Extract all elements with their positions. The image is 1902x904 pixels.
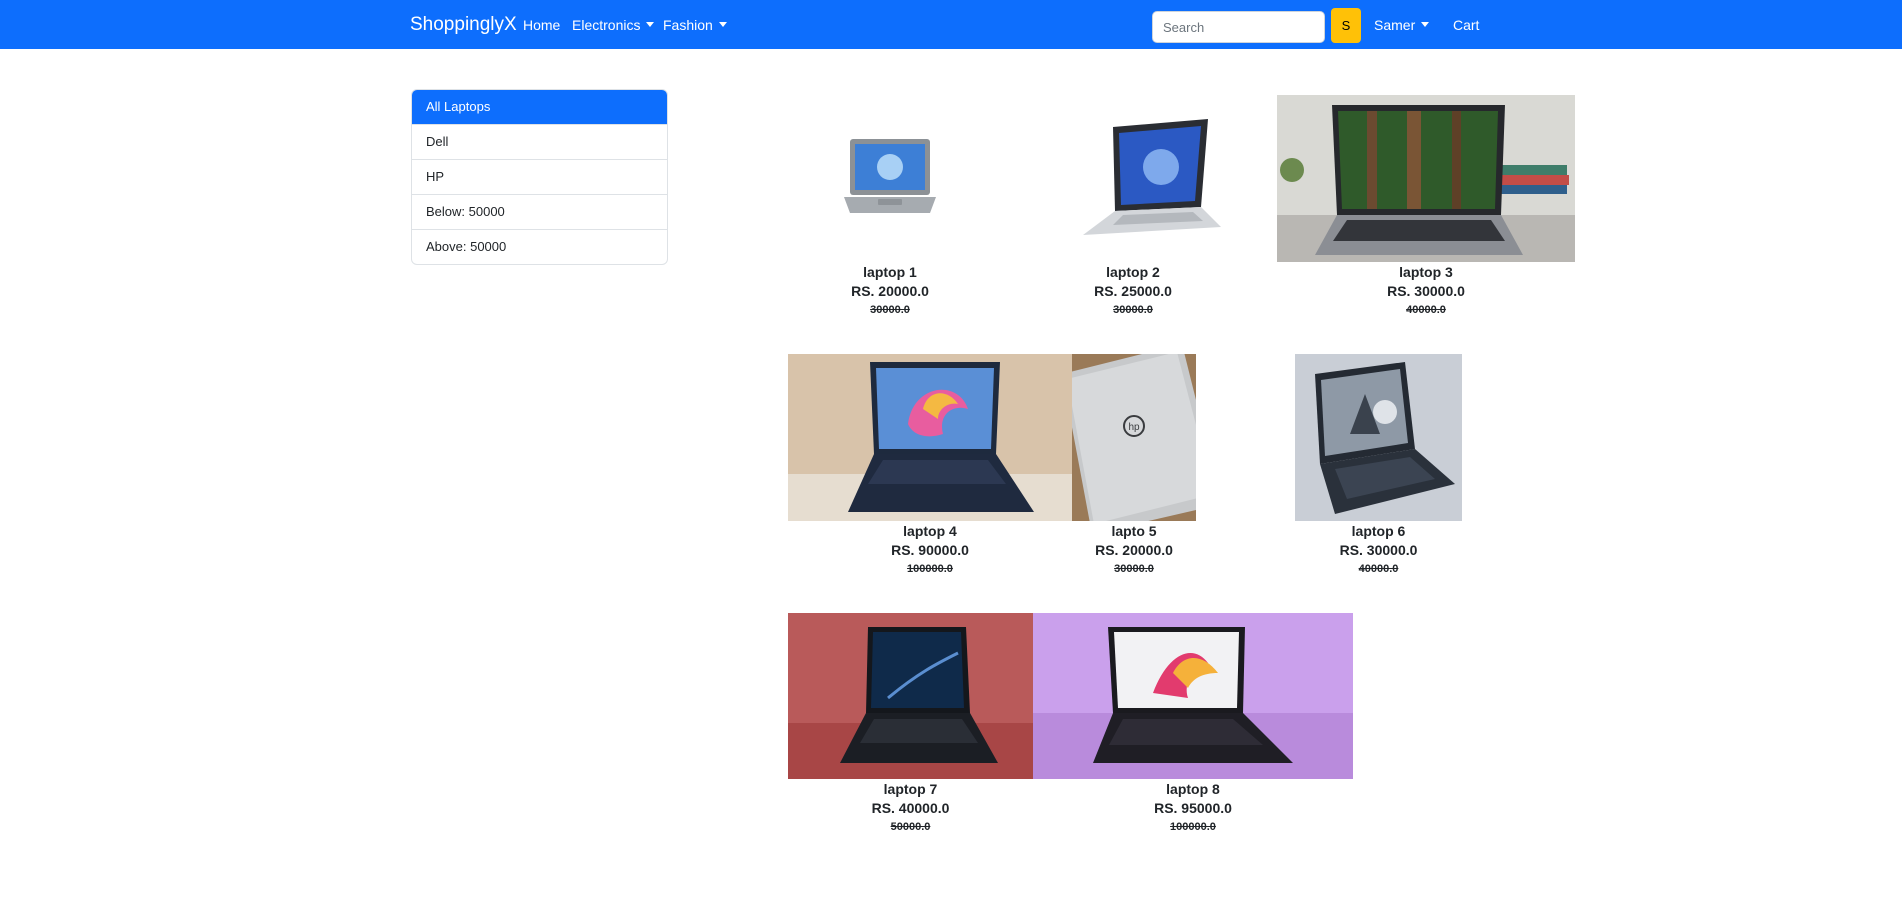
product-old-price: 50000.0 (890, 821, 931, 833)
product-price: RS. 30000.0 (1339, 542, 1418, 558)
product-price: RS. 90000.0 (891, 542, 969, 558)
search-button[interactable]: S (1331, 8, 1361, 43)
nav-fashion-dropdown[interactable]: Fashion (663, 17, 727, 34)
product-card[interactable]: laptop 3 RS. 30000.0 40000.0 (1277, 95, 1575, 325)
cart-link[interactable]: Cart (1453, 17, 1479, 34)
product-image (788, 354, 1072, 521)
filter-all-laptops[interactable]: All Laptops (412, 90, 667, 124)
product-card[interactable]: laptop 6 RS. 30000.0 40000.0 (1295, 354, 1463, 584)
user-name-label: Samer (1374, 17, 1416, 33)
product-price: RS. 20000.0 (1095, 542, 1173, 558)
product-name: laptop 8 (1166, 781, 1220, 797)
filter-above-50000[interactable]: Above: 50000 (412, 229, 667, 264)
svg-text:hp: hp (1128, 422, 1140, 433)
product-name: laptop 4 (903, 523, 957, 539)
product-old-price: 30000.0 (870, 304, 910, 316)
product-name: laptop 2 (1106, 264, 1160, 280)
product-name: laptop 6 (1351, 523, 1406, 539)
product-image (838, 135, 942, 225)
product-card[interactable]: laptop 7 RS. 40000.0 50000.0 (788, 613, 1034, 843)
product-image: hp (1072, 354, 1196, 521)
product-image (1033, 613, 1353, 779)
product-card[interactable]: hp lapto 5 RS. 20000.0 30000.0 (1072, 354, 1198, 584)
navbar: ShoppinglyX Home Electronics Fashion S S… (0, 0, 1902, 49)
product-old-price: 30000.0 (1114, 563, 1154, 575)
nav-home-link[interactable]: Home (523, 17, 560, 34)
product-old-price: 40000.0 (1406, 304, 1446, 316)
filter-dell[interactable]: Dell (412, 124, 667, 159)
chevron-down-icon (718, 21, 727, 27)
product-image (1295, 354, 1462, 521)
product-old-price: 100000.0 (907, 563, 953, 575)
user-dropdown[interactable]: Samer (1374, 17, 1430, 34)
category-filter-list: All Laptops Dell HP Below: 50000 Above: … (411, 89, 668, 265)
nav-electronics-label: Electronics (572, 17, 641, 33)
product-name: laptop 1 (863, 264, 917, 280)
product-name: laptop 7 (883, 781, 938, 797)
product-card[interactable]: laptop 1 RS. 20000.0 30000.0 (788, 95, 992, 325)
product-image (1043, 117, 1223, 243)
product-price: RS. 20000.0 (851, 283, 929, 299)
product-old-price: 40000.0 (1358, 563, 1399, 575)
product-price: RS. 25000.0 (1094, 283, 1172, 299)
chevron-down-icon (1421, 21, 1430, 27)
product-name: lapto 5 (1111, 523, 1157, 539)
product-price: RS. 95000.0 (1154, 800, 1232, 816)
product-card[interactable]: laptop 8 RS. 95000.0 100000.0 (1033, 613, 1354, 843)
search-input[interactable] (1152, 11, 1325, 43)
product-price: RS. 30000.0 (1387, 283, 1465, 299)
product-image (1277, 95, 1575, 262)
product-old-price: 100000.0 (1170, 821, 1216, 833)
brand-link[interactable]: ShoppinglyX (410, 14, 517, 36)
product-old-price: 30000.0 (1113, 304, 1153, 316)
product-price: RS. 40000.0 (871, 800, 950, 816)
filter-below-50000[interactable]: Below: 50000 (412, 194, 667, 229)
nav-fashion-label: Fashion (663, 17, 713, 33)
product-name: laptop 3 (1399, 264, 1453, 280)
product-card[interactable]: laptop 4 RS. 90000.0 100000.0 (788, 354, 1072, 584)
product-card[interactable]: laptop 2 RS. 25000.0 30000.0 (1031, 95, 1235, 325)
filter-hp[interactable]: HP (412, 159, 667, 194)
product-image (788, 613, 1033, 779)
chevron-down-icon (646, 21, 655, 27)
nav-electronics-dropdown[interactable]: Electronics (572, 17, 655, 34)
